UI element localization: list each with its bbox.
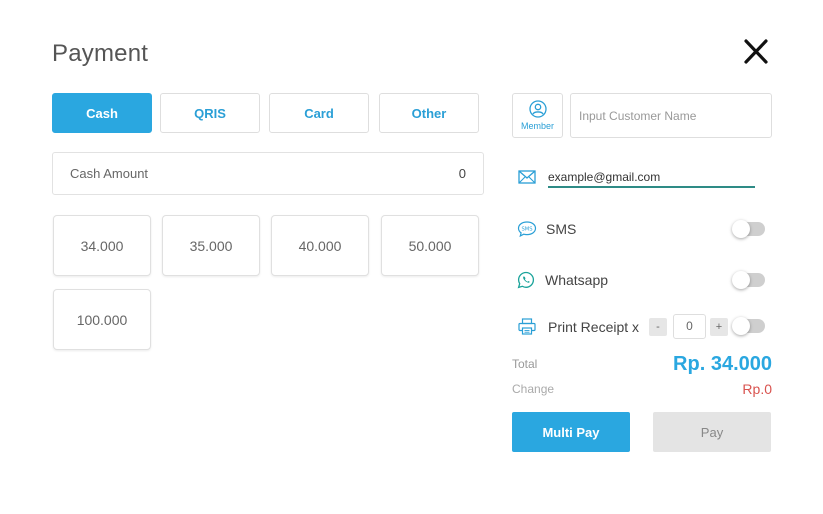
decrement-button[interactable]: - [649, 318, 667, 336]
total-value: Rp. 34.000 [673, 353, 772, 375]
printer-icon [518, 318, 536, 335]
whatsapp-label: Whatsapp [545, 272, 609, 288]
whatsapp-icon [517, 271, 535, 289]
sms-toggle[interactable] [732, 220, 765, 238]
quick-amount-button[interactable]: 100.000 [53, 289, 151, 350]
pay-button[interactable]: Pay [653, 412, 771, 452]
page-title: Payment [52, 40, 149, 67]
customer-name-input[interactable] [570, 93, 772, 138]
member-button[interactable]: Member [512, 93, 563, 138]
quick-amount-button[interactable]: 50.000 [381, 215, 479, 276]
member-label: Member [520, 121, 554, 131]
quick-amount-button[interactable]: 40.000 [271, 215, 369, 276]
tab-card[interactable]: Card [269, 93, 369, 133]
close-button[interactable] [740, 36, 772, 68]
change-value: Rp.0 [742, 381, 772, 397]
toggle-knob [732, 271, 750, 289]
cash-amount-value: 0 [458, 166, 466, 181]
toggle-knob [732, 220, 750, 238]
toggle-knob [732, 317, 750, 335]
print-receipt-label: Print Receipt x [548, 319, 640, 335]
multi-pay-button[interactable]: Multi Pay [512, 412, 630, 452]
sms-label: SMS [546, 221, 577, 237]
tab-cash[interactable]: Cash [52, 93, 152, 133]
mail-icon [518, 170, 536, 184]
email-field[interactable] [548, 168, 755, 188]
svg-text:SMS: SMS [521, 226, 532, 232]
change-label: Change [512, 382, 555, 396]
print-receipt-toggle[interactable] [732, 317, 765, 335]
increment-button[interactable]: + [710, 318, 728, 336]
tab-other[interactable]: Other [379, 93, 479, 133]
receipt-count[interactable]: 0 [673, 314, 706, 339]
user-icon [528, 100, 547, 118]
quick-amount-button[interactable]: 34.000 [53, 215, 151, 276]
whatsapp-toggle[interactable] [732, 271, 765, 289]
tab-qris[interactable]: QRIS [160, 93, 260, 133]
cash-amount-field[interactable]: Cash Amount 0 [52, 152, 484, 195]
cash-amount-label: Cash Amount [70, 166, 149, 181]
sms-icon: SMS [517, 221, 537, 238]
quick-amount-button[interactable]: 35.000 [162, 215, 260, 276]
close-icon [744, 39, 768, 64]
total-label: Total [512, 357, 538, 371]
